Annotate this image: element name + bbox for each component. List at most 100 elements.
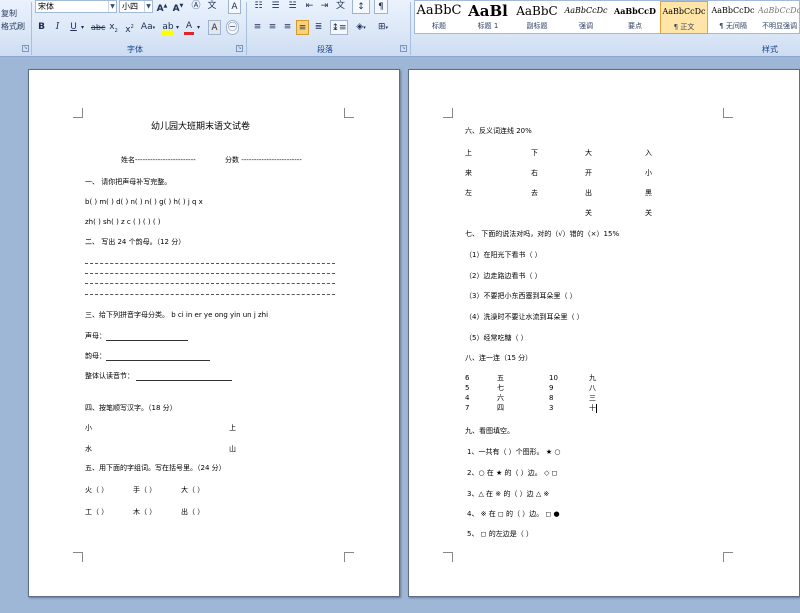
- chevron-down-icon[interactable]: ▼: [108, 1, 116, 12]
- highlight-icon[interactable]: ab: [162, 20, 174, 35]
- style-emphasis[interactable]: AaBbCcDc 强调: [562, 1, 610, 34]
- question-1: 一、 请你把声母补写完整。: [85, 178, 172, 186]
- align-center-icon[interactable]: ≡: [266, 20, 279, 35]
- underline-icon[interactable]: U: [68, 20, 79, 35]
- styles-group-label: 样式: [762, 45, 778, 54]
- style-preview: AaBbCcD: [614, 6, 656, 16]
- chevron-down-icon[interactable]: ▾: [174, 20, 181, 35]
- character-shui: 水: [85, 445, 92, 453]
- sort-icon[interactable]: ↕: [352, 0, 370, 14]
- font-launcher-icon[interactable]: ↘: [236, 45, 243, 52]
- chevron-down-icon[interactable]: ▾: [195, 20, 202, 35]
- answer-line: [85, 294, 335, 295]
- style-preview: AaBbCcDc: [758, 6, 800, 15]
- style-preview: AaBbC: [416, 3, 462, 18]
- match-cell: 4: [465, 394, 470, 402]
- match-cell: 六: [497, 394, 504, 402]
- antonym-cell: 关: [585, 209, 592, 217]
- grow-font-icon[interactable]: A▲: [156, 0, 168, 14]
- superscript-icon[interactable]: x2: [124, 20, 135, 35]
- corner-mark: [344, 108, 354, 118]
- distributed-icon[interactable]: ≣: [312, 20, 325, 35]
- match-cell: 七: [497, 384, 504, 392]
- format-painter-button[interactable]: 格式刷: [1, 21, 25, 32]
- style-name: 要点: [628, 22, 642, 30]
- question-1-row-2: zh( ) sh( ) z c ( ) ( ) ( ): [85, 218, 161, 226]
- change-case-icon[interactable]: Aa▾: [140, 20, 156, 35]
- enclose-char-icon[interactable]: ㊀: [226, 20, 239, 35]
- char-border-icon[interactable]: A: [228, 0, 241, 14]
- style-subtle-emphasis[interactable]: AaBbCcDc 不明显强调: [758, 1, 800, 34]
- question-4: 四、按笔顺写汉字。（18 分）: [85, 404, 177, 412]
- shrink-font-icon[interactable]: A▼: [172, 0, 184, 14]
- borders-icon[interactable]: ⊞▾: [374, 20, 392, 35]
- match-cell: 九: [589, 374, 596, 382]
- word-blank: 大（ ）: [181, 486, 205, 494]
- copy-button[interactable]: 复制: [1, 8, 17, 19]
- style-preview: AaBbCcDc: [662, 7, 706, 16]
- question-6: 六、反义词连线 20%: [465, 127, 532, 135]
- style-strong[interactable]: AaBbCcD 要点: [611, 1, 659, 34]
- corner-mark: [443, 552, 453, 562]
- chevron-down-icon[interactable]: ▾: [79, 20, 86, 35]
- match-cell: 四: [497, 404, 504, 412]
- style-title[interactable]: AaBbC 标题: [415, 1, 463, 34]
- subscript-icon[interactable]: x2: [108, 20, 119, 35]
- match-cell: 八: [589, 384, 596, 392]
- answer-line: [136, 380, 232, 381]
- true-false-item: （4）洗澡时不要让水流到耳朵里（ ）: [465, 313, 584, 321]
- style-subtitle[interactable]: AaBbC 副标题: [513, 1, 561, 34]
- picture-item: 5、 ◻ 的左边是（ ）: [467, 530, 533, 538]
- true-false-item: （5）经常吃糖（ ）: [465, 334, 528, 342]
- paragraph-launcher-icon[interactable]: ↘: [400, 45, 407, 52]
- bold-icon[interactable]: B: [36, 20, 47, 35]
- multilevel-list-icon[interactable]: ☱: [285, 0, 300, 14]
- antonym-cell: 出: [585, 189, 592, 197]
- antonym-cell: 上: [465, 149, 472, 157]
- chevron-down-icon[interactable]: ▼: [144, 1, 152, 12]
- shading-icon[interactable]: ◈▾: [352, 20, 370, 35]
- character-xiao: 小: [85, 424, 92, 432]
- font-name-combo[interactable]: 宋体 ▼: [35, 0, 117, 13]
- strikethrough-icon[interactable]: abc: [91, 20, 105, 35]
- numbering-icon[interactable]: ☰: [268, 0, 283, 14]
- question-9: 九、看图填空。: [465, 427, 514, 435]
- corner-mark: [73, 552, 83, 562]
- picture-item: 3、△ 在 ※ 的（ ）边 △ ※: [467, 490, 550, 498]
- style-name: 强调: [579, 22, 593, 30]
- font-color-icon[interactable]: A: [184, 20, 194, 35]
- decrease-indent-icon[interactable]: ⇤: [303, 0, 316, 14]
- show-marks-icon[interactable]: ¶: [374, 0, 388, 14]
- antonym-cell: 下: [531, 149, 538, 157]
- font-size-combo[interactable]: 小四 ▼: [119, 0, 153, 13]
- antonym-cell: 来: [465, 169, 472, 177]
- chinese-layout-icon[interactable]: 文: [334, 0, 347, 14]
- style-name-text: 无间隔: [725, 22, 747, 30]
- phonetic-guide-icon[interactable]: 文: [206, 0, 218, 14]
- page-1[interactable]: 幼儿园大班期末语文试卷 姓名------------------------ 分…: [28, 69, 400, 597]
- italic-icon[interactable]: I: [52, 20, 63, 35]
- answer-line: [106, 360, 210, 361]
- line-spacing-icon[interactable]: ↨≡: [330, 20, 348, 35]
- corner-mark: [443, 108, 453, 118]
- word-blank: 火（ ）: [85, 486, 109, 494]
- match-cell: 6: [465, 374, 470, 382]
- style-no-spacing[interactable]: AaBbCcDc ¶ 无间隔: [709, 1, 757, 34]
- style-normal[interactable]: AaBbCcDc ¶ 正文: [660, 1, 708, 34]
- bullets-icon[interactable]: ☷: [251, 0, 266, 14]
- align-right-icon[interactable]: ≡: [281, 20, 294, 35]
- antonym-cell: 关: [645, 209, 652, 217]
- align-left-icon[interactable]: ≡: [251, 20, 264, 35]
- clear-format-icon[interactable]: Ⓐ: [190, 0, 202, 14]
- page-2[interactable]: 六、反义词连线 20% 上 下 大 入 来 右 开 小 左 去 出 黑 关 关 …: [408, 69, 800, 597]
- increase-indent-icon[interactable]: ⇥: [318, 0, 331, 14]
- corner-mark: [723, 108, 733, 118]
- style-heading-1[interactable]: AaBl 标题 1: [464, 1, 512, 34]
- justify-icon[interactable]: ≡: [296, 20, 309, 35]
- match-cell: 三: [589, 394, 596, 402]
- question-3: 三、给下列拼音字母分类。 b ci in er ye ong yin un j …: [85, 311, 269, 319]
- char-shading-icon[interactable]: A: [208, 20, 221, 35]
- clipboard-launcher-icon[interactable]: ↘: [22, 45, 29, 52]
- font-name-value: 宋体: [38, 2, 54, 11]
- antonym-cell: 右: [531, 169, 538, 177]
